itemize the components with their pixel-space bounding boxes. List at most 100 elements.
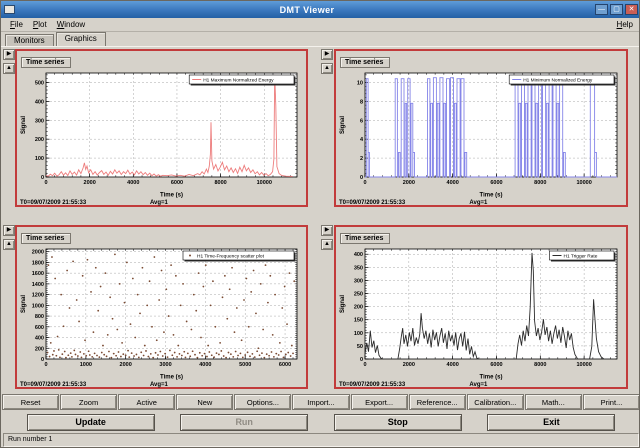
svg-text:400: 400 [35, 99, 44, 105]
panel-arrow-right-button[interactable]: ▶ [321, 49, 333, 60]
time-series-chart[interactable]: 02000400060008000100000246810Time (s)Sig… [337, 69, 625, 199]
menu-plot[interactable]: Plot [28, 20, 52, 29]
svg-text:150: 150 [354, 318, 363, 324]
chart-avg-label: Avg=1 [150, 200, 168, 206]
minimize-button[interactable]: — [595, 4, 608, 15]
toolbar-button-reference[interactable]: Reference... [409, 394, 466, 410]
time-series-panel: Time series01000200030004000500060000200… [15, 225, 308, 389]
svg-text:250: 250 [354, 292, 363, 298]
y-axis-label: Signal [340, 116, 346, 134]
panel-arrow-up-button[interactable]: ▲ [321, 239, 333, 250]
legend-label: H1 Trigger Rate [564, 253, 598, 259]
svg-text:100: 100 [354, 331, 363, 337]
maximize-button[interactable]: ▢ [610, 4, 623, 15]
window-title: DMT Viewer [19, 5, 595, 15]
svg-text:0: 0 [41, 175, 44, 181]
action-buttons-row: Update Run Stop Exit [1, 412, 640, 432]
plot-toolbar: ResetZoomActiveNewOptions...Import...Exp… [1, 393, 640, 411]
panel-footer: T0=09/07/2009 21:55:33Avg=1 [336, 199, 626, 211]
time-series-panel: Time series02000400060008000100000100200… [15, 49, 308, 207]
x-axis-label: Time (s) [480, 375, 503, 381]
svg-text:8000: 8000 [214, 180, 226, 186]
svg-text:100: 100 [35, 156, 44, 162]
svg-text:4000: 4000 [447, 362, 459, 368]
menu-bar: FilePlotWindow Help [1, 18, 640, 32]
toolbar-button-new[interactable]: New [176, 394, 233, 410]
chart-start-time: T0=09/07/2009 21:55:33 [20, 200, 86, 206]
stop-button[interactable]: Stop [334, 414, 462, 431]
svg-text:8000: 8000 [534, 180, 546, 186]
run-button[interactable]: Run [180, 414, 308, 431]
svg-text:500: 500 [35, 80, 44, 86]
panel-arrow-up-button[interactable]: ▲ [3, 63, 15, 74]
toolbar-button-reset[interactable]: Reset [2, 394, 59, 410]
chart-avg-label: Avg=1 [469, 382, 487, 388]
time-series-chart[interactable]: 02000400060008000100000100200300400500Ti… [18, 69, 305, 199]
svg-text:200: 200 [354, 305, 363, 311]
svg-text:6000: 6000 [279, 362, 291, 368]
toolbar-button-calibration[interactable]: Calibration... [467, 394, 524, 410]
tab-monitors[interactable]: Monitors [5, 34, 54, 46]
y-axis-label: Signal [21, 116, 27, 134]
svg-text:0: 0 [360, 175, 363, 181]
svg-text:300: 300 [35, 118, 44, 124]
panel-arrow-right-button[interactable]: ▶ [3, 49, 15, 60]
svg-text:1600: 1600 [32, 271, 44, 277]
menu-file[interactable]: File [5, 20, 28, 29]
panel-tab-label[interactable]: Time series [340, 57, 390, 68]
tab-bar: MonitorsGraphics [1, 32, 640, 47]
time-series-chart[interactable]: 0200040006000800010000050100150200250300… [337, 245, 625, 381]
chart-start-time: T0=09/07/2009 21:55:33 [339, 200, 405, 206]
panel-tab-label[interactable]: Time series [21, 233, 71, 244]
update-button[interactable]: Update [27, 414, 155, 431]
time-series-panel: Time series02000400060008000100000246810… [334, 49, 628, 207]
panel-arrow-up-icon: ▲ [6, 65, 12, 71]
svg-text:0: 0 [41, 357, 44, 363]
panel-arrow-right-button[interactable]: ▶ [3, 225, 15, 236]
y-axis-label: Signal [340, 295, 346, 313]
svg-text:4000: 4000 [447, 180, 459, 186]
panel-arrow-up-button[interactable]: ▲ [3, 239, 15, 250]
menu-help[interactable]: Help [613, 20, 637, 29]
svg-text:3000: 3000 [159, 362, 171, 368]
svg-text:600: 600 [35, 325, 44, 331]
panel-tab-label[interactable]: Time series [21, 57, 71, 68]
svg-text:2000: 2000 [403, 362, 415, 368]
svg-text:300: 300 [354, 278, 363, 284]
toolbar-button-options[interactable]: Options... [234, 394, 291, 410]
svg-text:0: 0 [363, 362, 366, 368]
close-button[interactable]: ✕ [625, 4, 638, 15]
svg-text:6000: 6000 [171, 180, 183, 186]
title-bar: DMT Viewer — ▢ ✕ [1, 1, 640, 18]
close-icon: ✕ [629, 6, 635, 13]
panel-arrow-right-icon: ▶ [7, 51, 12, 57]
svg-text:10000: 10000 [576, 362, 591, 368]
panel-tab-label[interactable]: Time series [340, 233, 390, 244]
panel-arrow-right-icon: ▶ [325, 51, 330, 57]
svg-text:4: 4 [360, 137, 364, 143]
toolbar-button-export[interactable]: Export... [351, 394, 408, 410]
exit-button[interactable]: Exit [487, 414, 615, 431]
time-series-chart[interactable]: 0100020003000400050006000020040060080010… [18, 245, 305, 381]
toolbar-button-active[interactable]: Active [118, 394, 175, 410]
svg-text:50: 50 [357, 344, 363, 350]
menu-window[interactable]: Window [52, 20, 90, 29]
svg-text:800: 800 [35, 314, 44, 320]
svg-text:8: 8 [360, 99, 363, 105]
minimize-icon: — [598, 6, 605, 13]
toolbar-button-math[interactable]: Math... [525, 394, 582, 410]
svg-text:10000: 10000 [576, 180, 591, 186]
toolbar-button-print[interactable]: Print... [583, 394, 640, 410]
tab-graphics[interactable]: Graphics [56, 32, 106, 46]
x-axis-label: Time (s) [160, 375, 183, 381]
panel-arrow-up-button[interactable]: ▲ [321, 63, 333, 74]
legend-label: H1 Minimum Normalized Energy [523, 77, 593, 83]
panel-footer: T0=09/07/2009 21:55:33Avg=1 [336, 381, 626, 393]
toolbar-button-zoom[interactable]: Zoom [60, 394, 117, 410]
application-icon [4, 5, 15, 14]
toolbar-button-import[interactable]: Import... [292, 394, 349, 410]
panel-arrow-right-button[interactable]: ▶ [321, 225, 333, 236]
chart-avg-label: Avg=1 [150, 382, 168, 388]
svg-text:8000: 8000 [534, 362, 546, 368]
svg-text:1000: 1000 [80, 362, 92, 368]
